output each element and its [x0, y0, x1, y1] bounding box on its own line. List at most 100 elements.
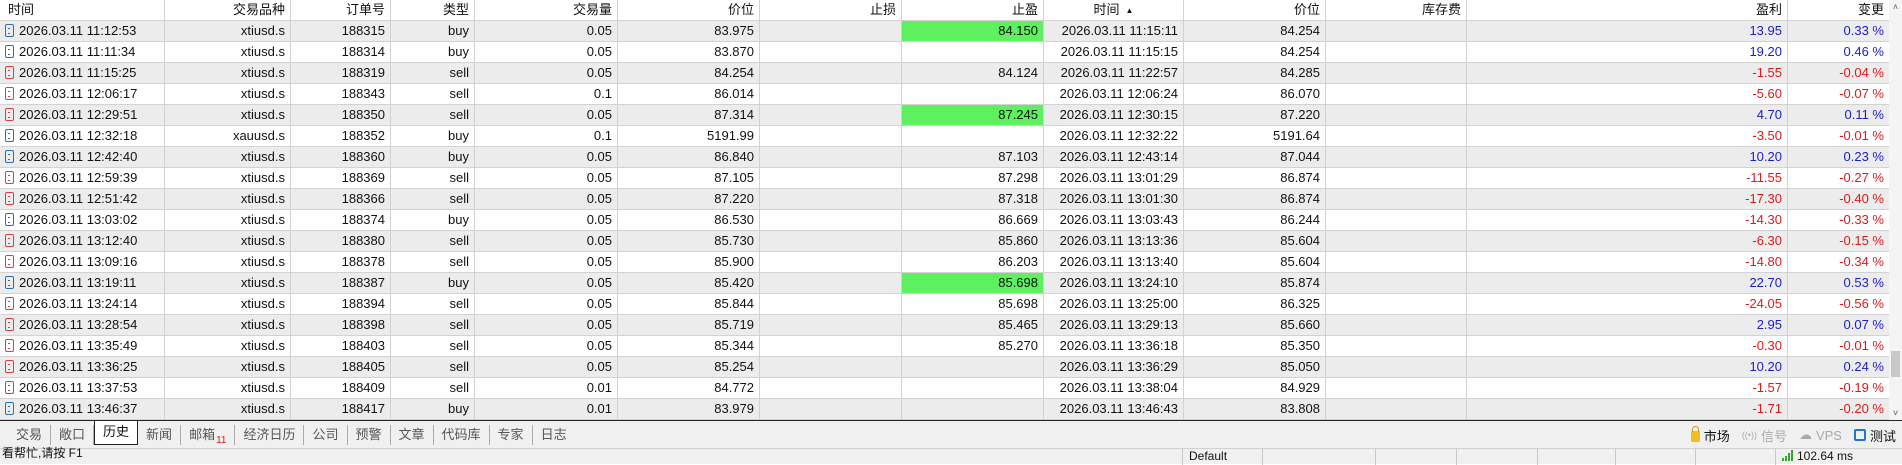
volume-value: 0.1: [593, 86, 612, 101]
table-row[interactable]: 2026.03.11 13:46:37 xtiusd.s 188417 buy 0.01…: [0, 399, 1889, 420]
table-row[interactable]: 2026.03.11 11:12:53 xtiusd.s 188315 buy 0.05…: [0, 21, 1889, 42]
cell-tp: [902, 84, 1044, 104]
table-row[interactable]: 2026.03.11 12:06:17 xtiusd.s 188343 sell 0.1…: [0, 84, 1889, 105]
cell-volume: 0.05: [475, 252, 618, 272]
cell-swap: [1326, 63, 1467, 83]
tab-5[interactable]: 经济日历: [235, 424, 305, 445]
cell-type: sell: [391, 105, 475, 125]
vertical-scrollbar[interactable]: ˄ ˅: [1889, 0, 1902, 420]
cell-type: buy: [391, 147, 475, 167]
change-value: -0.04 %: [1839, 65, 1884, 80]
volume-value: 0.05: [586, 233, 612, 248]
table-row[interactable]: 2026.03.11 11:11:34 xtiusd.s 188314 buy 0.05…: [0, 42, 1889, 63]
tester-label: 测试: [1869, 428, 1896, 444]
table-row[interactable]: 2026.03.11 12:29:51 xtiusd.s 188350 sell 0.0…: [0, 105, 1889, 126]
column-header[interactable]: 订单号: [291, 0, 391, 20]
open-time-value: 2026.03.11 12:59:39: [19, 170, 138, 185]
market-button[interactable]: 市场: [1690, 426, 1730, 445]
cell-profit: 22.70: [1467, 273, 1788, 293]
tab-7[interactable]: 预警: [348, 424, 391, 445]
table-row[interactable]: 2026.03.11 13:24:14 xtiusd.s 188394 sell 0.0…: [0, 294, 1889, 315]
cell-close-time: 2026.03.11 11:15:15: [1044, 42, 1184, 62]
open-price-value: 83.975: [714, 23, 754, 38]
column-header[interactable]: 时间: [0, 0, 165, 20]
scroll-up-icon[interactable]: ˄: [1889, 2, 1902, 12]
table-row[interactable]: 2026.03.11 13:19:11 xtiusd.s 188387 buy 0.05…: [0, 273, 1889, 294]
table-row[interactable]: 2026.03.11 12:32:18 xauusd.s 188352 buy 0.1 5…: [0, 126, 1889, 147]
table-row[interactable]: 2026.03.11 13:09:16 xtiusd.s 188378 sell 0.0…: [0, 252, 1889, 273]
cell-order: 188417: [291, 399, 391, 419]
column-header[interactable]: 价位: [1184, 0, 1326, 20]
tp-value: 85.465: [998, 317, 1038, 332]
cell-close-time: 2026.03.11 13:46:43: [1044, 399, 1184, 419]
scroll-down-icon[interactable]: ˅: [1889, 408, 1902, 418]
column-header[interactable]: 盈利: [1467, 0, 1788, 20]
column-header[interactable]: 交易品种: [165, 0, 291, 20]
volume-value: 0.05: [586, 44, 612, 59]
signals-button[interactable]: ((•)) 信号: [1742, 426, 1787, 445]
type-value: buy: [448, 149, 469, 164]
cell-profit: 10.20: [1467, 147, 1788, 167]
column-header[interactable]: 止盈: [902, 0, 1044, 20]
cell-close-price: 85.604: [1184, 252, 1326, 272]
cell-close-price: 85.874: [1184, 273, 1326, 293]
column-header[interactable]: 止损: [760, 0, 902, 20]
tab-label: 邮箱: [189, 426, 216, 442]
cell-tp: [902, 42, 1044, 62]
cell-tp: 87.245: [902, 105, 1044, 125]
cell-symbol: xtiusd.s: [165, 336, 291, 356]
column-header[interactable]: 变更: [1788, 0, 1889, 20]
table-row[interactable]: 2026.03.11 13:36:25 xtiusd.s 188405 sell 0.0…: [0, 357, 1889, 378]
cell-symbol: xtiusd.s: [165, 168, 291, 188]
scroll-thumb[interactable]: [1891, 351, 1900, 377]
column-header[interactable]: 类型: [391, 0, 475, 20]
cell-type: sell: [391, 357, 475, 377]
tp-value: 85.698: [998, 275, 1038, 290]
tab-2[interactable]: 历史: [94, 420, 139, 445]
tab-0[interactable]: 交易: [8, 424, 52, 445]
tab-10[interactable]: 专家: [490, 424, 533, 445]
cell-open-time: 2026.03.11 13:46:37: [0, 399, 165, 419]
cell-type: sell: [391, 168, 475, 188]
order-value: 188417: [341, 401, 385, 416]
tab-11[interactable]: 日志: [533, 425, 575, 445]
table-row[interactable]: 2026.03.11 13:28:54 xtiusd.s 188398 sell 0.0…: [0, 315, 1889, 336]
tab-8[interactable]: 文章: [391, 424, 434, 445]
cell-order: 188405: [291, 357, 391, 377]
table-row[interactable]: 2026.03.11 13:12:40 xtiusd.s 188380 sell 0.0…: [0, 231, 1889, 252]
table-row[interactable]: 2026.03.11 13:03:02 xtiusd.s 188374 buy 0.05…: [0, 210, 1889, 231]
vps-button[interactable]: ☁ VPS: [1799, 427, 1842, 443]
table-row[interactable]: 2026.03.11 11:15:25 xtiusd.s 188319 sell 0.0…: [0, 63, 1889, 84]
cell-open-time: 2026.03.11 12:42:40: [0, 147, 165, 167]
cell-open-price: 87.220: [618, 189, 760, 209]
table-row[interactable]: 2026.03.11 12:42:40 xtiusd.s 188360 buy 0.05…: [0, 147, 1889, 168]
market-label: 市场: [1703, 428, 1730, 444]
column-header[interactable]: 库存费: [1326, 0, 1467, 20]
volume-value: 0.05: [586, 212, 612, 227]
column-header[interactable]: 时间 ▲: [1044, 0, 1184, 20]
tab-9[interactable]: 代码库: [434, 424, 490, 445]
tab-6[interactable]: 公司: [304, 424, 348, 445]
tab-1[interactable]: 敞口: [51, 424, 95, 445]
tab-3[interactable]: 新闻: [138, 424, 182, 445]
connection-segment[interactable]: 102.64 ms: [1775, 449, 1902, 465]
tester-button[interactable]: 测试: [1853, 426, 1896, 445]
cell-order: 188409: [291, 378, 391, 398]
cell-type: buy: [391, 399, 475, 419]
column-header[interactable]: 交易量: [475, 0, 618, 20]
open-price-value: 85.900: [714, 254, 754, 269]
tp-value: 86.669: [998, 212, 1038, 227]
column-header[interactable]: 价位: [618, 0, 760, 20]
profit-value: -1.57: [1752, 380, 1782, 395]
cell-profit: -14.30: [1467, 210, 1788, 230]
order-value: 188352: [341, 128, 385, 143]
tab-4[interactable]: 邮箱11: [181, 424, 236, 446]
cell-order: 188314: [291, 42, 391, 62]
column-header-label: 交易量: [572, 2, 612, 17]
sell-deal-icon: [5, 318, 14, 331]
table-row[interactable]: 2026.03.11 13:37:53 xtiusd.s 188409 sell 0.0…: [0, 378, 1889, 399]
table-row[interactable]: 2026.03.11 12:59:39 xtiusd.s 188369 sell 0.0…: [0, 168, 1889, 189]
table-row[interactable]: 2026.03.11 13:35:49 xtiusd.s 188403 sell 0.0…: [0, 336, 1889, 357]
profit-value: 4.70: [1756, 107, 1782, 122]
table-row[interactable]: 2026.03.11 12:51:42 xtiusd.s 188366 sell 0.0…: [0, 189, 1889, 210]
